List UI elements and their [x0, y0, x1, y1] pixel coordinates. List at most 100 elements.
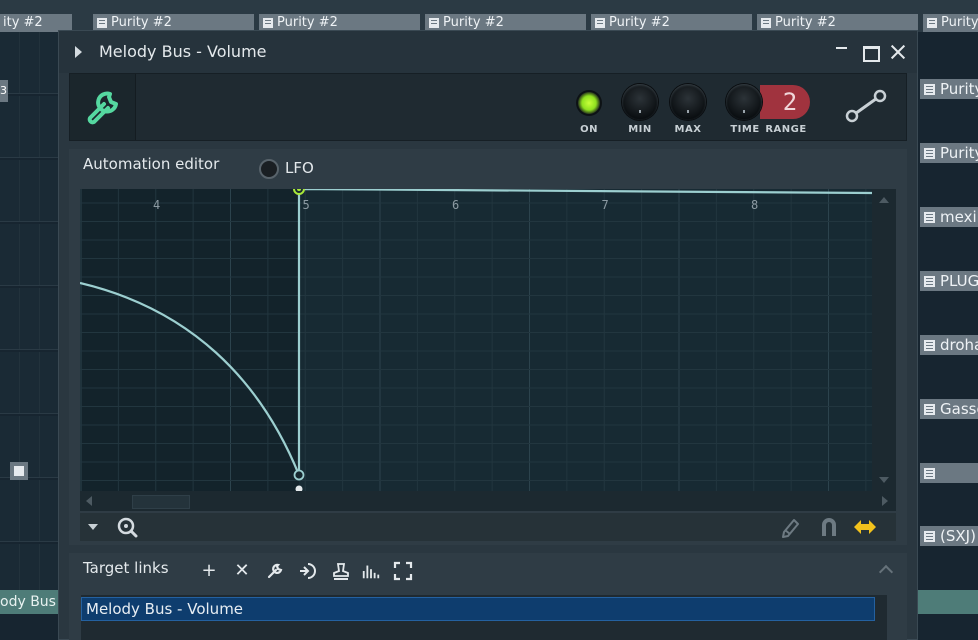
clip-label: Purity #2 [443, 15, 504, 30]
window-title: Melody Bus - Volume [99, 42, 267, 61]
clip-label: ity #2 [3, 15, 43, 30]
clip-icon [924, 276, 935, 287]
lfo-label: LFO [285, 159, 314, 177]
clip-label: Purity [941, 15, 978, 30]
left-clip-number: 3 [0, 84, 7, 97]
magnet-icon[interactable] [818, 516, 840, 538]
maximize-icon[interactable] [861, 43, 880, 62]
clip-label: Purity [940, 80, 978, 98]
min-knob[interactable] [622, 84, 658, 120]
target-link-row[interactable]: Melody Bus - Volume [81, 597, 875, 621]
clip-label: Purity #2 [775, 15, 836, 30]
playlist-clip-right[interactable]: PLUGG [920, 271, 978, 291]
automation-graph[interactable]: 4 5 6 7 8 [80, 189, 872, 491]
tension-handle[interactable] [293, 469, 305, 481]
target-links-panel: Target links + ✕ Melody Bus - Volume [69, 553, 907, 640]
track-lane [0, 96, 66, 158]
clip-icon [924, 468, 935, 479]
playlist-clip-right[interactable]: (SXJ) [920, 526, 978, 546]
scroll-up-icon[interactable] [879, 197, 889, 203]
clip-icon [924, 340, 935, 351]
scroll-right-icon[interactable] [882, 496, 888, 506]
scroll-left-icon[interactable] [86, 496, 92, 506]
scroll-down-icon[interactable] [879, 477, 889, 483]
clip-label: Purity #2 [111, 15, 172, 30]
track-lane [0, 32, 66, 94]
link-curve-icon[interactable] [844, 88, 888, 124]
clip-label: (SXJ) [940, 527, 976, 545]
playlist-clip-right[interactable]: mexik [920, 207, 978, 227]
graph-grid: 4 5 6 7 8 [80, 189, 872, 491]
levels-icon[interactable] [361, 561, 381, 581]
wrench-icon [87, 91, 118, 125]
close-icon[interactable] [889, 43, 907, 61]
clip-label: Purity #2 [609, 15, 670, 30]
max-label: MAX [674, 124, 702, 135]
time-knob[interactable] [726, 84, 762, 120]
window-titlebar[interactable]: Melody Bus - Volume [59, 31, 917, 73]
playlist-clip-right[interactable]: Gasse [920, 399, 978, 419]
playlist-clip[interactable]: Purity [922, 14, 978, 32]
target-links-title: Target links [83, 559, 169, 577]
stretch-arrows-icon[interactable] [852, 516, 878, 538]
wrench-icon[interactable] [265, 561, 285, 581]
playlist-clip-right[interactable]: Purity [920, 79, 978, 99]
range-display[interactable]: 2 [760, 85, 810, 119]
dropdown-arrow-icon[interactable] [86, 521, 100, 533]
clip-icon [761, 18, 771, 28]
playlist-clip-bottom-right[interactable] [918, 590, 978, 614]
playlist-left-lanes [0, 32, 66, 640]
vertical-scrollbar[interactable] [872, 189, 896, 491]
track-lane [0, 224, 66, 286]
clip-icon [924, 84, 935, 95]
max-knob[interactable] [670, 84, 706, 120]
bar-number: 8 [751, 198, 758, 212]
track-lane [0, 288, 66, 350]
automation-header: ON MIN MAX 2 TIME RANGE [69, 73, 907, 141]
scroll-thumb[interactable] [132, 495, 190, 509]
track-lane [0, 352, 66, 414]
left-clip-fragment[interactable]: 3 [0, 80, 8, 102]
track-lane [0, 480, 66, 542]
window-menu-arrow-icon[interactable] [75, 46, 82, 58]
add-icon[interactable]: + [199, 561, 219, 581]
clip-icon [595, 18, 605, 28]
clip-icon [924, 531, 935, 542]
clip-icon [924, 404, 935, 415]
automation-editor-title: Automation editor [83, 155, 220, 173]
left-clip-marker[interactable] [10, 462, 28, 480]
playlist-clip-right[interactable]: droha [920, 335, 978, 355]
clip-label: ody Bus [0, 594, 56, 610]
clip-icon [97, 18, 107, 28]
clip-label: mexik [940, 208, 978, 226]
lfo-toggle[interactable] [259, 159, 279, 179]
clip-icon [927, 18, 937, 28]
clip-icon [924, 212, 935, 223]
remove-icon[interactable]: ✕ [232, 561, 252, 581]
on-led-toggle[interactable] [578, 92, 600, 114]
clip-icon [429, 18, 439, 28]
playlist-clip-right[interactable] [920, 463, 978, 483]
playlist-clip-right[interactable]: Purity [920, 143, 978, 163]
clip-label: PLUGG [940, 272, 978, 290]
connect-icon[interactable] [298, 561, 318, 581]
track-lane [0, 160, 66, 222]
bar-number: 7 [602, 198, 609, 212]
fullscreen-icon[interactable] [393, 561, 413, 581]
clip-label: Purity [940, 144, 978, 162]
horizontal-scrollbar[interactable] [80, 491, 896, 511]
stamp-icon[interactable] [331, 561, 351, 581]
clip-icon [263, 18, 273, 28]
settings-button[interactable] [70, 74, 136, 140]
automation-editor-panel: Automation editor LFO 4 5 6 7 8 [69, 149, 907, 545]
zoom-icon[interactable] [116, 516, 138, 538]
playlist-clip-bottom[interactable]: ody Bus [0, 590, 60, 614]
bar-number: 4 [153, 198, 160, 212]
clip-icon [924, 148, 935, 159]
bar-number: 5 [303, 198, 310, 212]
collapse-chevron-icon[interactable] [878, 564, 894, 580]
pencil-icon[interactable] [780, 516, 802, 538]
range-value: 2 [782, 88, 798, 116]
automation-clip-window: Melody Bus - Volume ON MIN MAX 2 TIME RA… [58, 30, 918, 640]
minimize-icon[interactable] [833, 43, 851, 61]
